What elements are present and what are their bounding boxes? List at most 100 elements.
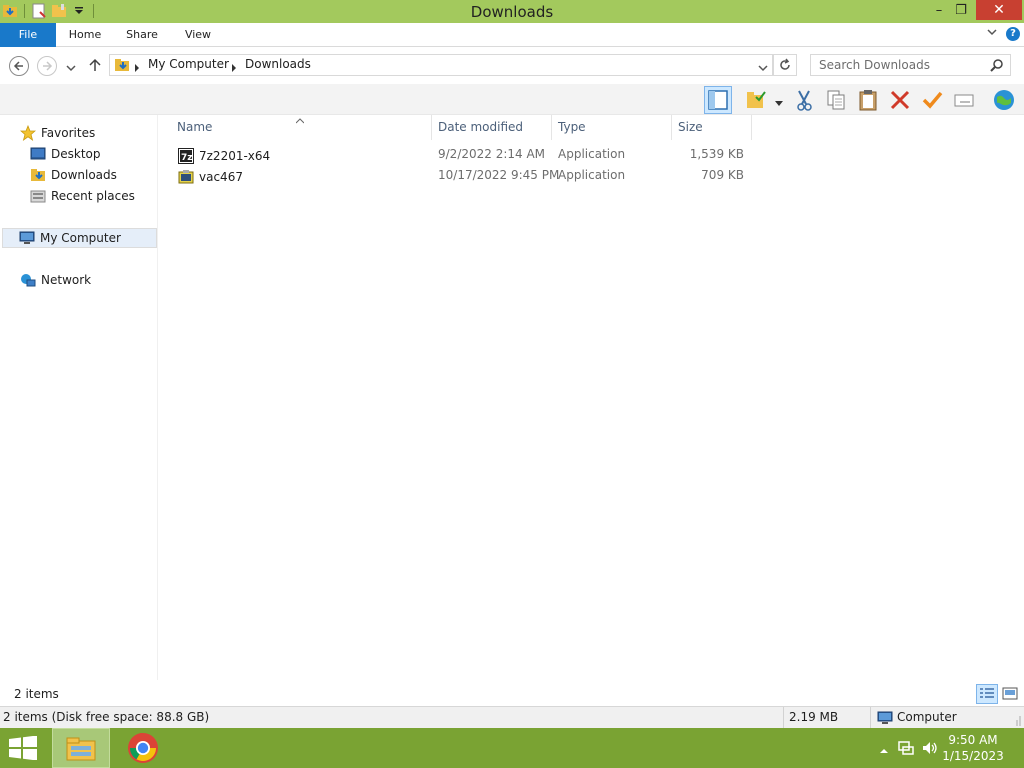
file-size: 1,539 KB — [689, 147, 744, 161]
rename-button[interactable] — [950, 86, 978, 114]
7zip-icon: 7z — [178, 147, 194, 164]
column-header-date-modified[interactable]: Date modified — [432, 115, 552, 140]
checkmark-icon — [922, 91, 943, 109]
refresh-button[interactable] — [773, 54, 797, 76]
item-count: 2 items — [14, 687, 59, 701]
file-list: Name Date modified Type Size 7z 7z2201-x… — [162, 115, 1024, 680]
preview-pane-button[interactable] — [704, 86, 732, 114]
delete-button[interactable] — [886, 86, 914, 114]
breadcrumb-downloads[interactable]: Downloads — [245, 57, 311, 71]
nav-network-label: Network — [41, 273, 92, 287]
restore-button[interactable]: ❐ — [946, 0, 976, 20]
column-header-size[interactable]: Size — [672, 115, 752, 140]
title-bar: Downloads – ❐ ✕ — [0, 0, 1024, 23]
file-name-cell: 7z 7z2201-x64 — [178, 145, 270, 166]
taskbar-file-explorer[interactable] — [52, 728, 110, 768]
nav-network[interactable]: Network — [20, 270, 91, 290]
breadcrumb-my-computer[interactable]: My Computer — [148, 57, 229, 71]
file-type: Application — [558, 147, 626, 161]
navigation-pane: Favorites Desktop Downloads Recent place… — [0, 115, 158, 680]
resize-grip-icon[interactable] — [1013, 715, 1021, 729]
windows-logo-icon — [9, 735, 37, 761]
disk-free-space: 2 items (Disk free space: 88.8 GB) — [3, 710, 210, 724]
nav-favorites[interactable]: Favorites — [20, 123, 95, 143]
file-date: 10/17/2022 9:45 PM — [438, 168, 560, 182]
recent-locations-chevron-icon[interactable] — [66, 61, 76, 75]
preview-pane-icon — [708, 90, 728, 110]
internet-button[interactable] — [990, 86, 1018, 114]
file-name-cell: vac467 — [178, 166, 243, 187]
tab-home[interactable]: Home — [60, 23, 110, 47]
search-input[interactable] — [811, 55, 981, 75]
show-hidden-icons-icon[interactable] — [880, 743, 888, 757]
back-arrow-icon — [13, 61, 23, 71]
file-row[interactable]: 7z 7z2201-x64 9/2/2022 2:14 AM Applicati… — [172, 145, 752, 166]
back-button[interactable] — [9, 56, 29, 76]
location-label: Computer — [897, 710, 957, 724]
up-arrow-icon[interactable] — [88, 58, 102, 75]
nav-downloads-label: Downloads — [51, 168, 117, 182]
nav-favorites-label: Favorites — [41, 126, 96, 140]
folder-options-button[interactable] — [742, 86, 770, 114]
downloads-folder-icon — [31, 169, 45, 181]
close-button[interactable]: ✕ — [976, 0, 1022, 20]
nav-desktop-label: Desktop — [51, 147, 101, 161]
folder-check-icon — [747, 91, 766, 108]
clock-time: 9:50 AM — [948, 733, 998, 747]
clock-date: 1/15/2023 — [942, 749, 1004, 763]
help-icon[interactable]: ? — [1006, 26, 1020, 41]
tab-share[interactable]: Share — [118, 23, 166, 47]
nav-downloads[interactable]: Downloads — [30, 165, 117, 185]
nav-desktop[interactable]: Desktop — [30, 144, 101, 164]
ribbon-right-controls: ? — [986, 26, 1020, 41]
copy-button[interactable] — [822, 86, 850, 114]
column-header-name[interactable]: Name — [171, 115, 432, 140]
taskbar-chrome[interactable] — [114, 728, 172, 768]
forward-button[interactable] — [37, 56, 57, 76]
file-explorer-icon — [66, 737, 96, 761]
expand-ribbon-icon[interactable] — [986, 26, 998, 41]
details-separator — [870, 707, 871, 729]
search-box[interactable] — [810, 54, 1011, 76]
tab-file[interactable]: File — [0, 23, 56, 47]
desktop-icon — [30, 147, 46, 160]
folder-options-chevron-icon[interactable] — [775, 96, 783, 110]
selection-size: 2.19 MB — [789, 710, 839, 724]
address-history-chevron-icon[interactable] — [758, 61, 768, 75]
breadcrumb-chevron-icon[interactable] — [231, 61, 237, 75]
tab-view[interactable]: View — [176, 23, 220, 47]
paste-button[interactable] — [854, 86, 882, 114]
chrome-icon — [128, 732, 158, 763]
file-type: Application — [558, 168, 626, 182]
nav-my-computer[interactable]: My Computer — [2, 228, 157, 248]
details-view-icon — [980, 688, 994, 698]
clock[interactable]: 9:50 AM 1/15/2023 — [938, 732, 1008, 764]
computer-icon — [19, 231, 35, 244]
large-icons-view-button[interactable] — [999, 684, 1021, 704]
start-button[interactable] — [8, 735, 38, 763]
nav-recent-places[interactable]: Recent places — [30, 186, 135, 206]
address-row: My Computer Downloads — [0, 47, 1024, 84]
file-row[interactable]: vac467 10/17/2022 9:45 PM Application 70… — [172, 166, 752, 187]
search-icon[interactable] — [990, 58, 1004, 75]
network-icon — [21, 274, 36, 287]
nav-recent-places-label: Recent places — [51, 189, 135, 203]
select-button[interactable] — [918, 86, 946, 114]
ribbon-tabs: File Home Share View ? — [0, 23, 1024, 47]
network-tray-icon[interactable] — [898, 740, 914, 759]
breadcrumb-chevron-icon[interactable] — [134, 61, 140, 75]
column-header-type[interactable]: Type — [552, 115, 672, 140]
address-bar[interactable]: My Computer Downloads — [109, 54, 773, 76]
taskbar: 9:50 AM 1/15/2023 — [0, 728, 1024, 768]
globe-icon — [994, 90, 1014, 110]
file-size: 709 KB — [701, 168, 744, 182]
svg-text:7z: 7z — [181, 153, 193, 163]
file-name: vac467 — [199, 169, 243, 184]
volume-icon[interactable] — [922, 740, 938, 759]
delete-x-icon — [890, 90, 910, 110]
refresh-icon — [780, 58, 790, 70]
details-view-button[interactable] — [976, 684, 998, 704]
scissors-icon — [797, 90, 812, 111]
rename-icon — [954, 94, 974, 107]
cut-button[interactable] — [790, 86, 818, 114]
